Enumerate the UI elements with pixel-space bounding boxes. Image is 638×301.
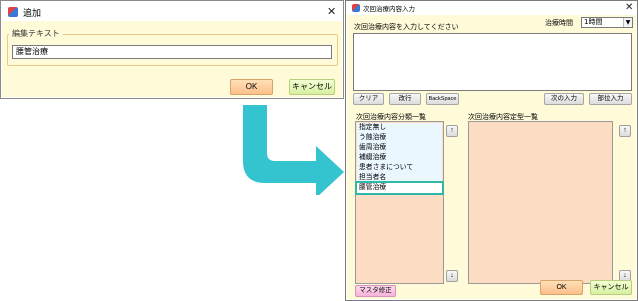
next-treatment-body: 次回治療内容を入力してください 治療時間 1時間 ▼ クリア 改行 BackSp…: [347, 15, 636, 299]
master-edit-button[interactable]: マスタ修正: [355, 285, 396, 297]
cancel-button[interactable]: キャンセル: [289, 79, 335, 95]
ok-button[interactable]: OK: [230, 79, 273, 95]
close-icon[interactable]: ✕: [327, 6, 336, 17]
transition-arrow-icon: [243, 105, 344, 195]
edit-text-label: 編集テキスト: [9, 28, 63, 39]
fixed-up-button[interactable]: ↑: [619, 125, 631, 137]
next-treatment-titlebar: 次回治療内容入力 ✕: [346, 1, 637, 15]
app-icon: [352, 4, 360, 12]
app-icon: [8, 7, 18, 17]
category-list-item[interactable]: 腰管治療: [355, 181, 444, 195]
next-input-button[interactable]: 次の入力: [544, 93, 584, 105]
category-list-item[interactable]: 補綴治療: [357, 153, 442, 163]
category-down-button[interactable]: ↓: [446, 270, 458, 282]
category-list-item[interactable]: 患者さまについて: [357, 163, 442, 173]
add-dialog-title: 追加: [23, 9, 42, 19]
next-treatment-dialog: 次回治療内容入力 ✕ 次回治療内容を入力してください 治療時間 1時間 ▼ クリ…: [345, 0, 638, 301]
treatment-time-select[interactable]: 1時間 ▼: [581, 17, 633, 28]
category-listbox[interactable]: 指定無し う蝕治療 歯周治療 補綴治療 患者さまについて 担当者名 腰管治療: [355, 121, 444, 284]
clear-button[interactable]: クリア: [353, 93, 384, 105]
treatment-time-label: 治療時間: [545, 19, 573, 27]
backspace-button[interactable]: BackSpace: [426, 93, 459, 105]
newline-button[interactable]: 改行: [389, 93, 421, 105]
fixed-phrase-listbox[interactable]: [468, 121, 613, 284]
add-dialog-body: 編集テキスト 腰管治療 OK キャンセル: [2, 21, 342, 97]
category-up-button[interactable]: ↑: [446, 125, 458, 137]
input-prompt-label: 次回治療内容を入力してください: [354, 23, 459, 31]
add-dialog: 追加 ✕ 編集テキスト 腰管治療 OK キャンセル: [0, 0, 344, 99]
treatment-time-value: 1時間: [584, 18, 603, 26]
category-list-item[interactable]: 指定無し: [357, 123, 442, 133]
cancel-button[interactable]: キャンセル: [590, 280, 632, 295]
ok-button[interactable]: OK: [540, 280, 583, 295]
category-list-item[interactable]: う蝕治療: [357, 133, 442, 143]
treatment-content-textarea[interactable]: [353, 33, 632, 91]
chevron-down-icon[interactable]: ▼: [623, 18, 632, 27]
edit-text-field[interactable]: 腰管治療: [12, 45, 332, 59]
next-treatment-title: 次回治療内容入力: [363, 5, 415, 13]
add-dialog-titlebar: 追加 ✕: [1, 1, 343, 21]
category-list-item[interactable]: 歯周治療: [357, 143, 442, 153]
category-list-item[interactable]: 担当者名: [357, 173, 442, 183]
part-input-button[interactable]: 部位入力: [589, 93, 632, 105]
close-icon[interactable]: ✕: [625, 2, 633, 13]
